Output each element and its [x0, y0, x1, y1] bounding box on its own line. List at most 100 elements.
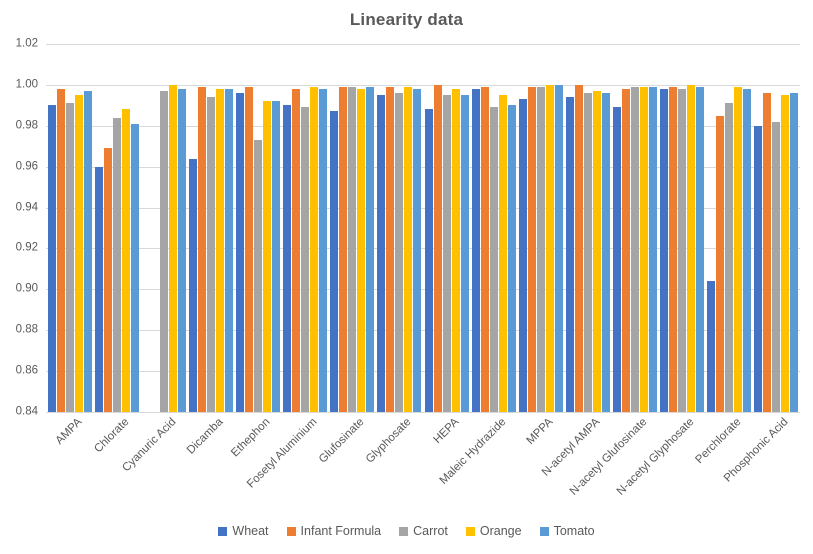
bar[interactable]	[480, 86, 489, 412]
bar-slot	[301, 44, 310, 412]
bar[interactable]	[159, 91, 168, 412]
bar[interactable]	[121, 109, 130, 412]
bar[interactable]	[649, 86, 658, 412]
bar[interactable]	[94, 166, 103, 412]
bar[interactable]	[74, 95, 83, 412]
bar[interactable]	[781, 95, 790, 412]
bar[interactable]	[574, 84, 583, 412]
bar[interactable]	[357, 88, 366, 412]
bar[interactable]	[772, 121, 781, 412]
bar[interactable]	[366, 86, 375, 412]
bar[interactable]	[743, 88, 752, 412]
bar[interactable]	[669, 86, 678, 412]
bar[interactable]	[678, 88, 687, 412]
bar[interactable]	[215, 88, 224, 412]
bar[interactable]	[56, 88, 65, 412]
plot-area	[46, 44, 800, 413]
bar[interactable]	[83, 91, 92, 412]
bar[interactable]	[188, 158, 197, 412]
bar[interactable]	[386, 86, 395, 412]
legend-item[interactable]: Carrot	[399, 524, 448, 538]
bar[interactable]	[395, 93, 404, 412]
bar[interactable]	[640, 86, 649, 412]
legend-item[interactable]: Tomato	[539, 524, 595, 538]
bar[interactable]	[707, 281, 716, 412]
bar-slot	[790, 44, 799, 412]
bar[interactable]	[527, 86, 536, 412]
bar[interactable]	[696, 86, 705, 412]
bar[interactable]	[103, 148, 112, 412]
bar[interactable]	[424, 109, 433, 412]
bar[interactable]	[236, 93, 245, 412]
bar[interactable]	[442, 95, 451, 412]
bar[interactable]	[339, 86, 348, 412]
bar[interactable]	[292, 88, 301, 412]
bar-slot	[471, 44, 480, 412]
bar[interactable]	[763, 93, 772, 412]
bar[interactable]	[206, 97, 215, 412]
bar[interactable]	[507, 105, 516, 412]
bar[interactable]	[725, 103, 734, 412]
bar[interactable]	[433, 84, 442, 412]
legend-item[interactable]: Wheat	[218, 524, 269, 538]
bar-slot	[366, 44, 375, 412]
bar[interactable]	[601, 93, 610, 412]
bar[interactable]	[254, 140, 263, 412]
x-tick-label: MPPA	[524, 416, 556, 447]
bar[interactable]	[734, 86, 743, 412]
bar[interactable]	[545, 84, 554, 412]
bar[interactable]	[583, 93, 592, 412]
bar[interactable]	[272, 101, 281, 412]
bar-slot	[188, 44, 197, 412]
bar[interactable]	[687, 84, 696, 412]
bar[interactable]	[413, 88, 422, 412]
bar[interactable]	[283, 105, 292, 412]
bar[interactable]	[377, 95, 386, 412]
bar-group	[140, 44, 187, 412]
bar[interactable]	[310, 86, 319, 412]
bar[interactable]	[330, 111, 339, 412]
bar[interactable]	[245, 86, 254, 412]
bar[interactable]	[348, 86, 357, 412]
bar[interactable]	[554, 84, 563, 412]
bar[interactable]	[65, 103, 74, 412]
bar[interactable]	[471, 88, 480, 412]
bar[interactable]	[319, 88, 328, 412]
legend-swatch-icon	[286, 526, 296, 536]
bar[interactable]	[263, 101, 272, 412]
bar[interactable]	[47, 105, 56, 412]
bar[interactable]	[592, 91, 601, 412]
bar-slot	[536, 44, 545, 412]
bar[interactable]	[754, 125, 763, 412]
x-tick-label: Chlorate	[91, 416, 132, 456]
bar-slot	[781, 44, 790, 412]
bar[interactable]	[660, 88, 669, 412]
bar[interactable]	[536, 86, 545, 412]
bar[interactable]	[518, 99, 527, 412]
bar[interactable]	[168, 84, 177, 412]
bar[interactable]	[498, 95, 507, 412]
bar[interactable]	[224, 88, 233, 412]
bar[interactable]	[489, 107, 498, 412]
y-tick-label: 1.00	[15, 78, 38, 91]
bar[interactable]	[451, 88, 460, 412]
bar[interactable]	[613, 107, 622, 412]
bar[interactable]	[716, 115, 725, 412]
bar[interactable]	[130, 123, 139, 412]
bar[interactable]	[622, 88, 631, 412]
bar-slot	[310, 44, 319, 412]
bar-slot	[527, 44, 536, 412]
legend-item[interactable]: Infant Formula	[286, 524, 381, 538]
bar[interactable]	[631, 86, 640, 412]
bar[interactable]	[177, 88, 186, 412]
bar[interactable]	[790, 93, 799, 412]
bar[interactable]	[197, 86, 206, 412]
bar-slot	[112, 44, 121, 412]
legend-item[interactable]: Orange	[465, 524, 522, 538]
bar[interactable]	[404, 86, 413, 412]
bar[interactable]	[301, 107, 310, 412]
bar[interactable]	[460, 95, 469, 412]
bar[interactable]	[112, 117, 121, 412]
bar[interactable]	[565, 97, 574, 412]
bar-slot	[480, 44, 489, 412]
